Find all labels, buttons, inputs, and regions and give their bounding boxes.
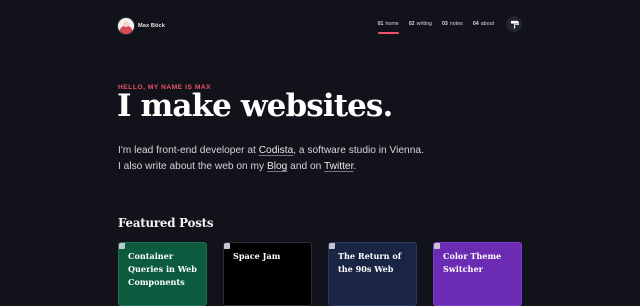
hero-desc-text: , a software studio in Vienna. — [293, 145, 424, 156]
main-nav: 01 home 02 writing 03 notes 04 about — [368, 21, 494, 34]
nav-item-notes[interactable]: 03 notes — [442, 21, 463, 27]
nav-item-number: 04 — [472, 21, 479, 27]
codista-link[interactable]: Codista — [259, 145, 294, 156]
nav-item-label: home — [385, 21, 399, 27]
hero-desc-text: I'm lead front-end developer at — [118, 145, 259, 156]
nav-item-home[interactable]: 01 home — [377, 21, 399, 34]
hero-description: I'm lead front-end developer at Codista,… — [118, 143, 438, 175]
featured-post-title: Container Queries in Web Components — [128, 251, 197, 287]
blog-link[interactable]: Blog — [267, 161, 287, 172]
site-header: Max Böck 01 home 02 writing 03 notes 04 abou… — [118, 15, 522, 39]
hero-desc-text: and on — [287, 161, 324, 172]
featured-post-card[interactable]: Color Theme Switcher — [433, 242, 522, 306]
featured-post-card[interactable]: The Return of the 90s Web — [328, 242, 417, 306]
featured-post-title: The Return of the 90s Web — [338, 251, 402, 274]
theme-toggle-button[interactable] — [506, 16, 522, 32]
featured-posts-list: Container Queries in Web Components Spac… — [118, 242, 522, 306]
featured-post-card[interactable]: Space Jam — [223, 242, 312, 306]
nav-item-number: 02 — [408, 21, 415, 27]
featured-post-title: Space Jam — [233, 251, 281, 261]
twitter-link[interactable]: Twitter — [324, 161, 353, 172]
nav-item-label: about — [480, 21, 494, 27]
paint-roller-icon — [510, 20, 519, 28]
featured-post-title: Color Theme Switcher — [443, 251, 502, 274]
nav-item-label: writing — [416, 21, 432, 27]
nav-item-number: 03 — [441, 21, 448, 27]
hero-title: I make websites. — [117, 88, 393, 124]
featured-post-card[interactable]: Container Queries in Web Components — [118, 242, 207, 306]
brand-name: Max Böck — [138, 23, 165, 29]
avatar — [118, 18, 134, 34]
nav-item-number: 01 — [377, 21, 384, 27]
hero-desc-text: . — [353, 161, 357, 172]
nav-item-about[interactable]: 04 about — [473, 21, 494, 27]
hero-desc-text: I also write about the web on my — [118, 161, 267, 172]
featured-posts-heading: Featured Posts — [118, 216, 214, 230]
brand-home-link[interactable]: Max Böck — [118, 18, 165, 34]
nav-item-label: notes — [449, 21, 463, 27]
nav-item-writing[interactable]: 02 writing — [409, 21, 432, 27]
